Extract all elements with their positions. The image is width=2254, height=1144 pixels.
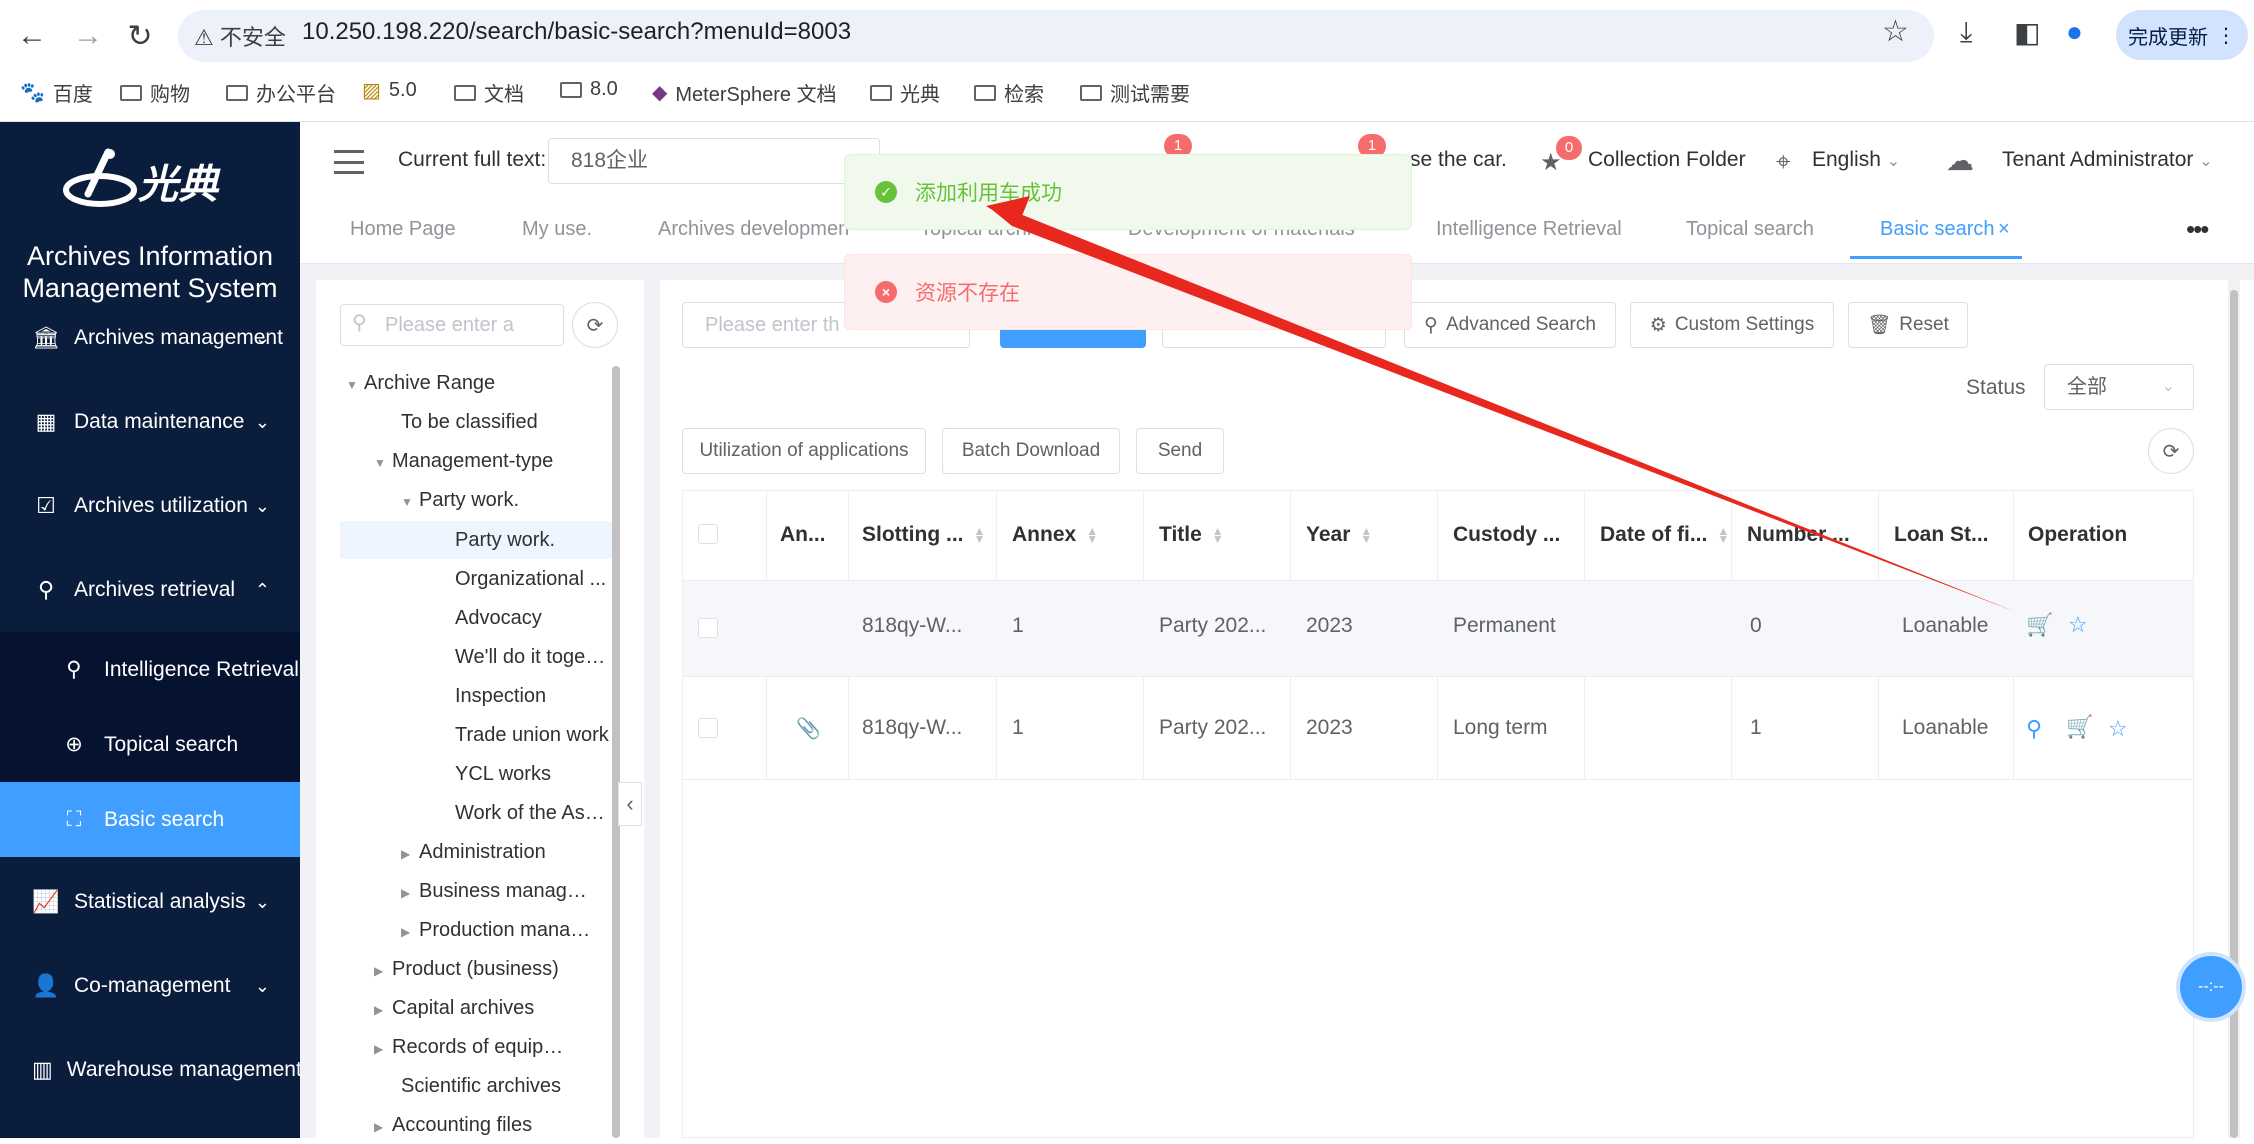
annotation-arrow <box>986 196 2016 612</box>
annotation-arrow-shape <box>990 208 2016 612</box>
